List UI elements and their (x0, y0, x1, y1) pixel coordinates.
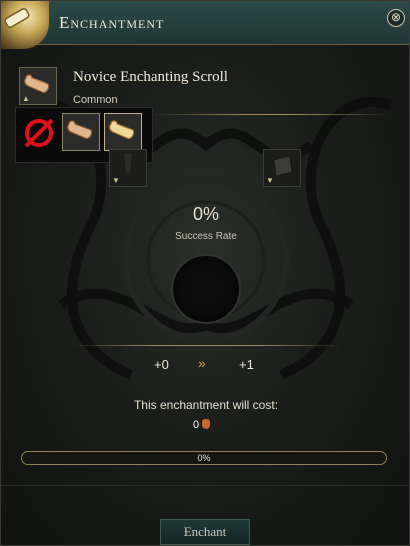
slot-chevron-icon: ▼ (266, 176, 274, 185)
progress-bar: 0% (21, 451, 387, 465)
material-slot-left[interactable]: ▼ (109, 149, 147, 187)
footer-divider (1, 485, 409, 486)
success-rate-label: Success Rate (175, 231, 237, 242)
progress-text: 0% (197, 453, 211, 463)
item-slot[interactable]: ▲ (19, 67, 57, 105)
material-slot-right[interactable]: ▼ (263, 149, 301, 187)
item-name: Novice Enchanting Scroll (73, 69, 228, 85)
cost-amount: 0 (193, 419, 200, 431)
no-scroll-option[interactable] (20, 113, 58, 151)
enchant-orb (171, 254, 241, 324)
cost-label: This enchantment will cost: (133, 398, 279, 412)
scroll-icon (109, 120, 135, 139)
header-divider (151, 114, 391, 115)
expand-chevron-icon: ▲ (22, 94, 30, 103)
enchantment-window: Enchantment ⊗ ▲ Novice Enchanting Scroll… (0, 0, 410, 546)
success-rate-value: 0% (192, 204, 219, 224)
target-level: +1 (239, 357, 254, 372)
window-title: Enchantment (59, 13, 165, 32)
cost-row: 0 (193, 419, 211, 431)
advanced-scroll-option[interactable] (104, 113, 142, 151)
coin-icon (202, 419, 211, 429)
current-level: +0 (154, 357, 169, 372)
scroll-icon (67, 120, 93, 139)
close-button[interactable]: ⊗ (387, 9, 405, 27)
slot-chevron-icon: ▼ (112, 176, 120, 185)
title-bar: Enchantment ⊗ (1, 1, 409, 49)
enchant-logo-icon (1, 1, 49, 49)
novice-scroll-option[interactable] (62, 113, 100, 151)
none-icon (24, 118, 54, 148)
item-rarity: Common (73, 94, 118, 106)
enchant-button[interactable]: Enchant (160, 519, 250, 545)
double-arrow-icon: » (198, 355, 206, 371)
level-divider (71, 345, 341, 346)
